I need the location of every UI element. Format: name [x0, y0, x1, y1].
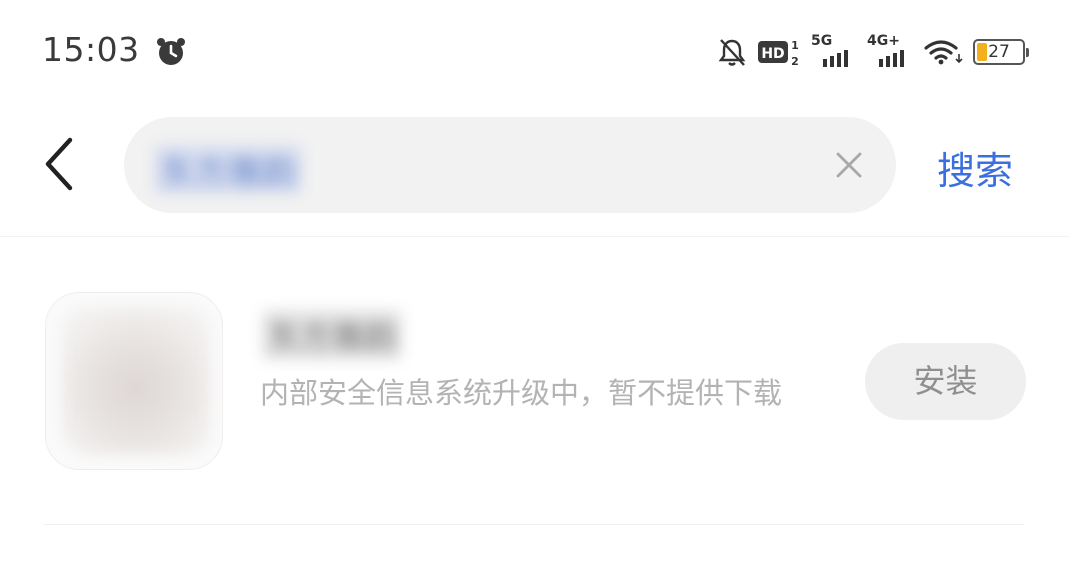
- search-input[interactable]: 东方雅韵: [124, 117, 896, 213]
- app-description: 内部安全信息系统升级中，暂不提供下载: [260, 376, 783, 410]
- battery-icon: 27: [973, 39, 1029, 65]
- wifi-icon: [924, 40, 963, 65]
- hd-label: HD: [761, 46, 784, 62]
- status-icons: HD 1 2 5G 4G+ 27: [717, 33, 1029, 70]
- app-icon: [45, 292, 223, 470]
- install-button[interactable]: 安装: [865, 343, 1026, 420]
- bell-off-icon: [718, 39, 746, 66]
- battery-level: 27: [988, 42, 1010, 62]
- signal-5g-icon: 5G: [811, 33, 857, 69]
- app-name: 东方雅韵: [262, 310, 403, 360]
- clear-icon[interactable]: [832, 148, 866, 182]
- svg-text:2: 2: [791, 55, 799, 68]
- status-time: 15:03: [42, 30, 140, 69]
- svg-text:1: 1: [791, 39, 799, 52]
- search-query-text: 东方雅韵: [154, 145, 302, 194]
- alarm-icon: [157, 38, 185, 65]
- row-divider: [44, 524, 1024, 525]
- status-bar: 15:03 HD 1 2 5G 4G+ 27: [0, 0, 1069, 100]
- header-divider: [0, 236, 1069, 237]
- search-button[interactable]: 搜索: [937, 140, 1013, 195]
- hd-icon: HD 1 2: [758, 39, 799, 68]
- back-button[interactable]: [36, 132, 84, 196]
- signal-4g-icon: 4G+: [867, 33, 913, 69]
